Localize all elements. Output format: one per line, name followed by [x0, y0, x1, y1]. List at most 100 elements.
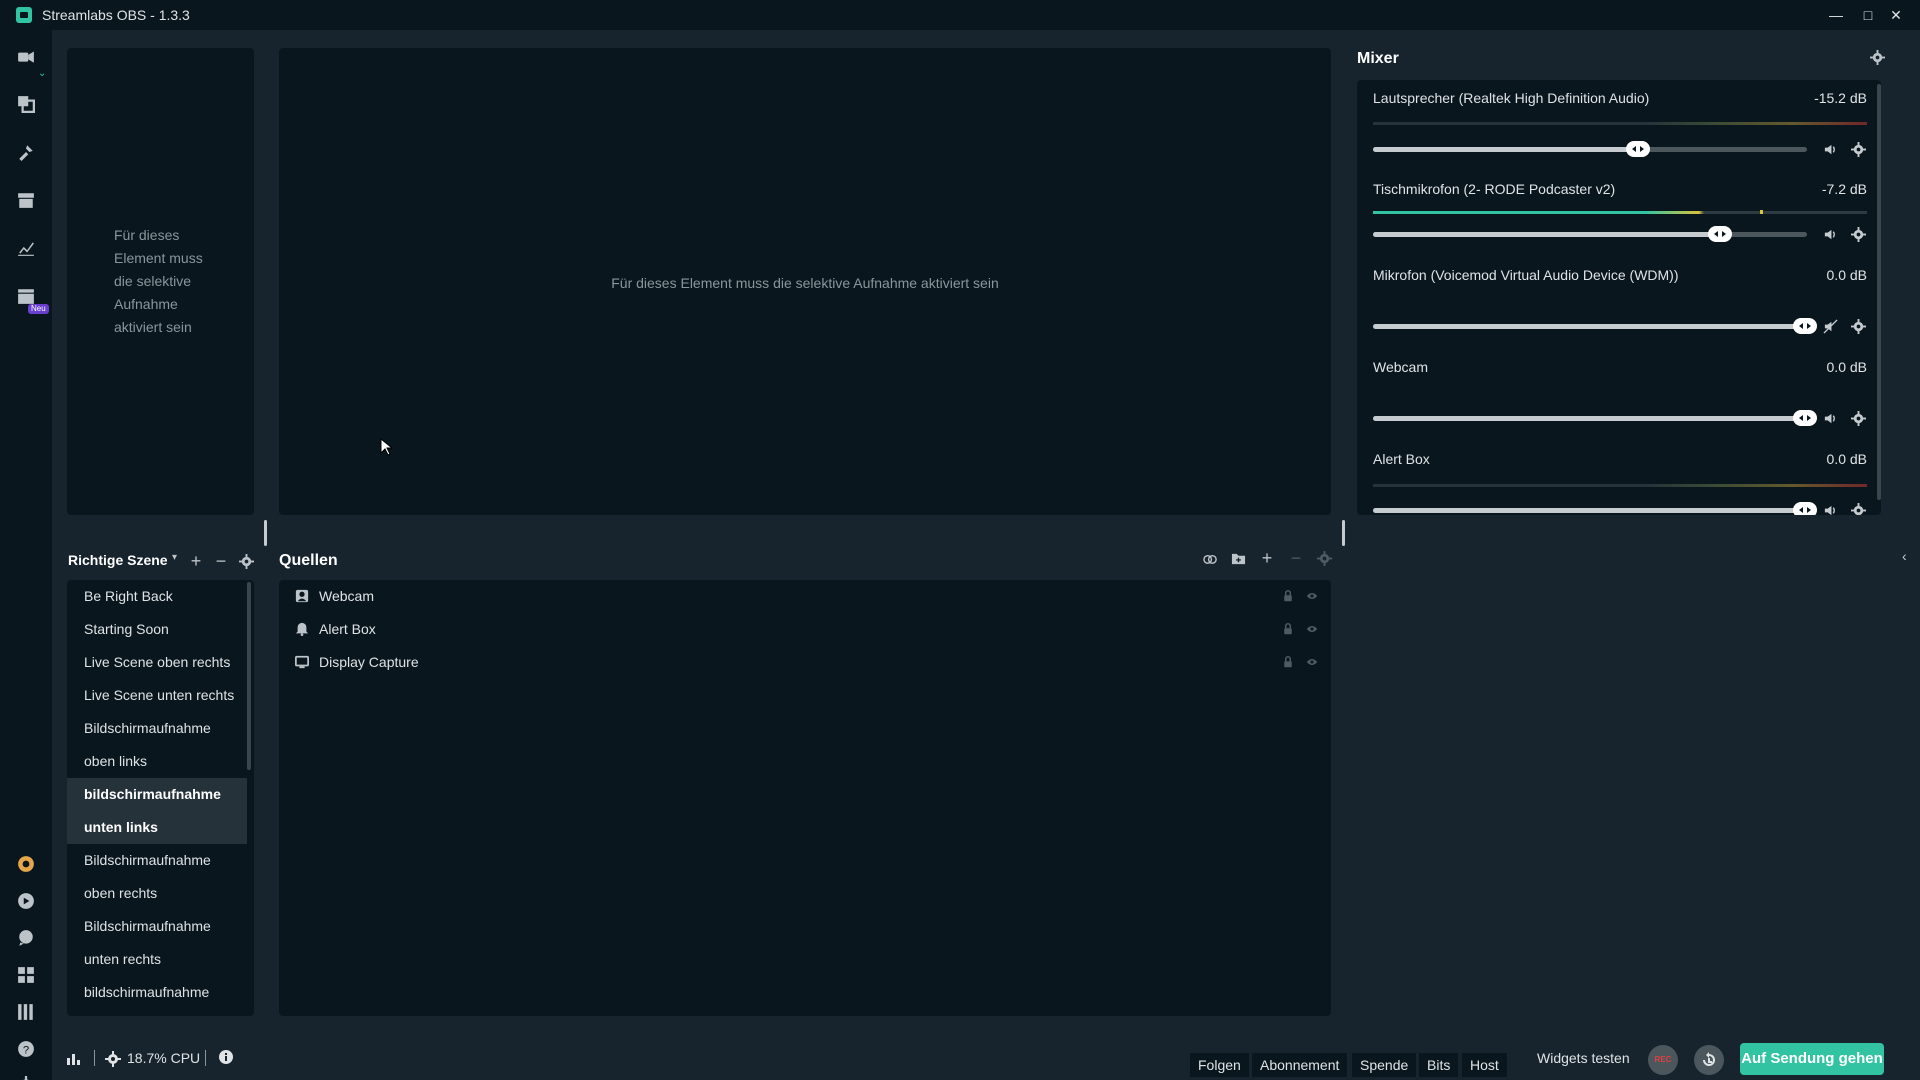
replay-icon [1703, 1052, 1715, 1066]
source-settings-gear-icon[interactable] [1849, 501, 1867, 515]
volume-slider-handle[interactable] [1793, 318, 1817, 334]
visibility-eye-icon[interactable] [1305, 589, 1319, 603]
source-settings-gear-icon[interactable] [1849, 140, 1867, 158]
mouse-cursor-icon [380, 438, 392, 456]
editor-nav-icon[interactable] [14, 44, 38, 68]
mixer-source-name: Mikrofon (Voicemod Virtual Audio Device … [1373, 267, 1679, 283]
replay-buffer-button[interactable] [1694, 1045, 1724, 1075]
scene-list-item[interactable]: bildschirmaufnahme [67, 976, 247, 1009]
cpu-gear-icon [105, 1051, 121, 1067]
play-nav-icon[interactable] [14, 889, 38, 913]
go-live-button[interactable]: Auf Sendung gehen [1740, 1043, 1884, 1075]
volume-slider-handle[interactable] [1708, 226, 1732, 242]
scene-preview-message-line: aktiviert sein [114, 319, 192, 335]
volume-slider[interactable] [1373, 410, 1817, 426]
mixer-source-db: -7.2 dB [1821, 181, 1867, 197]
test-donation-button[interactable]: Spende [1352, 1053, 1417, 1077]
maximize-button[interactable]: □ [1856, 4, 1880, 26]
source-list-item[interactable]: Alert Box [279, 613, 1331, 646]
speaker-icon[interactable] [1821, 409, 1839, 427]
scene-list-item[interactable]: Bildschirmaufnahme [67, 712, 247, 745]
volume-slider-handle[interactable] [1793, 410, 1817, 426]
test-bits-button[interactable]: Bits [1419, 1053, 1459, 1077]
scene-preview-message: Für dieses Element muss die selektive Au… [114, 224, 234, 339]
source-list-item[interactable]: Webcam [279, 580, 1331, 613]
volume-slider[interactable] [1373, 318, 1817, 334]
speaker-icon[interactable] [1821, 225, 1839, 243]
source-settings-gear-icon[interactable] [1849, 409, 1867, 427]
scene-preview-resize-handle[interactable] [264, 520, 267, 546]
scene-list-item[interactable]: oben rechts [67, 877, 247, 910]
source-properties-gear-icon[interactable] [1315, 549, 1333, 567]
webcam-icon [294, 588, 310, 604]
lock-icon[interactable] [1281, 622, 1295, 636]
visibility-eye-icon[interactable] [1305, 655, 1319, 669]
scene-list-item[interactable]: unten rechts [67, 943, 247, 976]
scene-list-item[interactable]: Bildschirmaufnahme [67, 910, 247, 943]
info-icon[interactable] [218, 1049, 234, 1065]
speaker-icon[interactable] [1821, 501, 1839, 515]
scene-collection-title[interactable]: Richtige Szene [68, 552, 168, 568]
scene-list-item[interactable]: Bildschirmaufnahme [67, 844, 247, 877]
window-title: Streamlabs OBS - 1.3.3 [42, 7, 190, 23]
store-nav-icon[interactable] [14, 188, 38, 212]
scene-list-item[interactable]: Live Scene unten rechts [67, 679, 247, 712]
preview-resize-handle[interactable] [1342, 520, 1345, 546]
scene-list-item[interactable]: oben links [67, 745, 247, 778]
scene-preview-panel: Für dieses Element muss die selektive Au… [67, 48, 254, 515]
source-settings-gear-icon[interactable] [1849, 225, 1867, 243]
add-source-plus-icon[interactable]: + [1258, 548, 1276, 568]
speaker-muted-icon[interactable] [1821, 317, 1839, 335]
lock-icon[interactable] [1281, 589, 1295, 603]
test-follow-button[interactable]: Folgen [1190, 1053, 1249, 1077]
prime-nav-icon[interactable] [14, 852, 38, 876]
test-subscription-button[interactable]: Abonnement [1252, 1053, 1348, 1077]
layout-nav-icon[interactable] [14, 92, 38, 116]
scene-list-item[interactable]: Be Right Back [67, 580, 247, 613]
main-preview-panel[interactable]: Für dieses Element muss die selektive Au… [279, 48, 1331, 515]
minimize-button[interactable]: — [1824, 4, 1848, 26]
volume-slider-handle[interactable] [1793, 502, 1817, 515]
scene-collection-dropdown-icon[interactable]: ▾ [172, 552, 177, 563]
dashboard-nav-icon[interactable] [14, 236, 38, 260]
remove-source-minus-icon[interactable]: − [1287, 548, 1305, 568]
record-button[interactable]: REC [1648, 1045, 1678, 1075]
lock-icon[interactable] [1281, 655, 1295, 669]
scene-list-scrollbar[interactable] [247, 582, 251, 770]
collapse-panel-chevron-icon[interactable]: ‹ [1902, 548, 1918, 564]
speaker-icon[interactable] [1821, 140, 1839, 158]
scene-list-item[interactable]: Live Scene oben rechts [67, 646, 247, 679]
mixer-scrollbar[interactable] [1877, 84, 1881, 500]
volume-slider[interactable] [1373, 502, 1817, 515]
close-button[interactable]: ✕ [1884, 4, 1908, 26]
settings-nav-icon[interactable] [14, 1073, 38, 1080]
volume-slider[interactable] [1373, 141, 1807, 157]
mixer-panel: Lautsprecher (Realtek High Definition Au… [1357, 80, 1881, 515]
library-nav-icon[interactable] [14, 1000, 38, 1024]
chevron-down-icon[interactable]: ⌄ [38, 68, 46, 79]
volume-slider[interactable] [1373, 226, 1807, 242]
scene-list-item-active[interactable]: unten links [67, 811, 247, 844]
volume-slider-handle[interactable] [1626, 141, 1650, 157]
chat-nav-icon[interactable] [14, 926, 38, 950]
mixer-settings-gear-icon[interactable] [1868, 48, 1886, 66]
source-filters-icon[interactable] [1201, 549, 1219, 567]
mixer-source-db: -15.2 dB [1814, 90, 1867, 106]
visibility-eye-icon[interactable] [1305, 622, 1319, 636]
mixer-source-db: 0.0 dB [1826, 267, 1867, 283]
scene-list-item-active[interactable]: bildschirmaufnahme [67, 778, 247, 811]
add-scene-plus-icon[interactable]: + [187, 551, 205, 571]
test-host-button[interactable]: Host [1462, 1053, 1507, 1077]
source-settings-gear-icon[interactable] [1849, 317, 1867, 335]
performance-bars-icon[interactable] [66, 1050, 84, 1068]
apps-nav-icon[interactable] [14, 963, 38, 987]
remove-scene-minus-icon[interactable]: − [212, 551, 230, 571]
scene-list-item[interactable]: Starting Soon [67, 613, 247, 646]
source-list-item[interactable]: Display Capture [279, 646, 1331, 679]
add-folder-icon[interactable] [1229, 549, 1247, 567]
help-nav-icon[interactable]: ? [14, 1037, 38, 1061]
scene-preview-message-line: Für dieses [114, 227, 180, 243]
scene-settings-gear-icon[interactable] [237, 552, 255, 570]
themes-nav-icon[interactable] [14, 140, 38, 164]
svg-text:?: ? [23, 1045, 29, 1057]
